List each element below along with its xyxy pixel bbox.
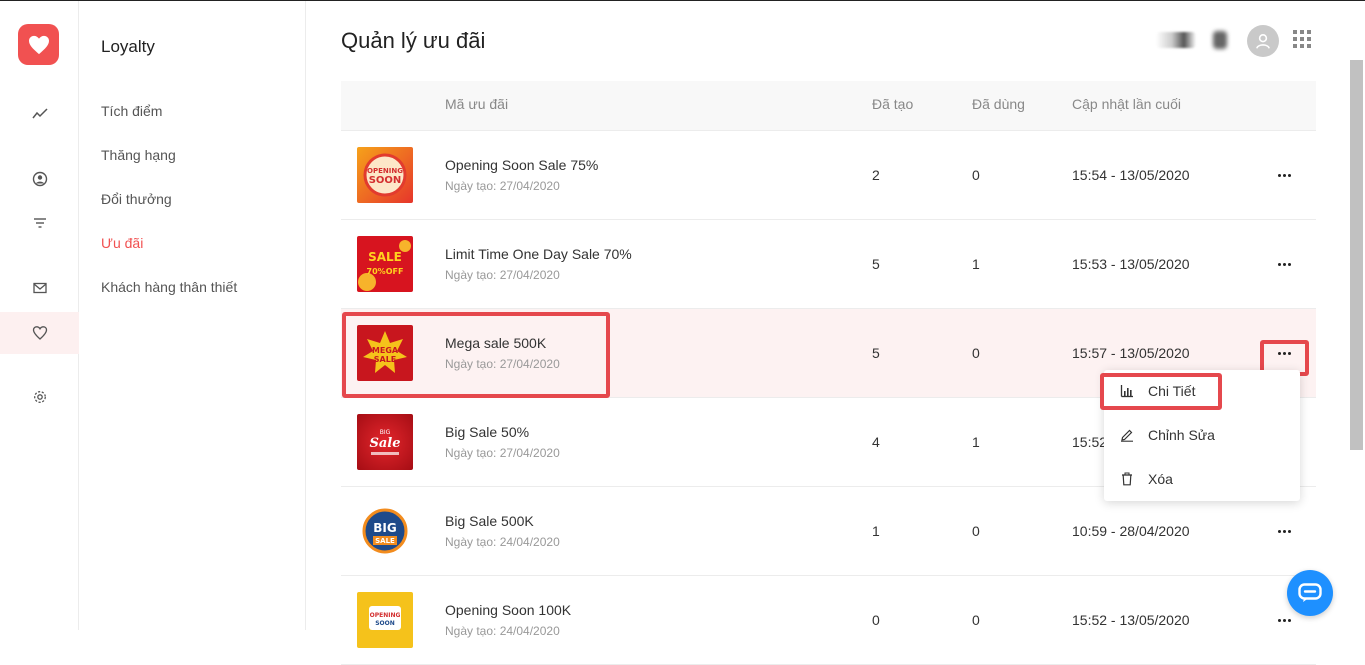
big-sale-50-image: BIG Sale [369,429,401,455]
sidebar-item-loyal-customers[interactable]: Khách hàng thân thiết [101,279,237,295]
blurred-header-item [1156,32,1196,48]
offer-name[interactable]: Opening Soon Sale 75% [445,157,598,173]
last-updated: 15:57 - 13/05/2020 [1072,345,1190,361]
used-count: 0 [972,167,980,183]
sale-70-image: SALE 70%OFF [358,240,411,291]
rail-filter[interactable] [0,202,79,244]
table-row[interactable]: SALE 70%OFF Limit Time One Day Sale 70% … [341,220,1316,309]
thumb-text: OPENING [370,612,401,619]
table-row[interactable]: OPENING SOON Opening Soon 100K Ngày tạo:… [341,576,1316,665]
thumb-text: SOON [375,620,395,627]
rail-settings[interactable] [0,376,79,418]
offer-name[interactable]: Limit Time One Day Sale 70% [445,246,632,262]
heart-logo-icon [28,35,49,54]
trash-icon [1122,472,1132,486]
header-code: Mã ưu đãi [445,96,509,112]
apps-grid-icon[interactable] [1293,30,1311,48]
sidebar-item-rewards[interactable]: Đổi thưởng [101,191,172,207]
used-count: 0 [972,345,980,361]
more-options-icon[interactable] [1272,256,1296,272]
offer-name[interactable]: Big Sale 50% [445,424,529,440]
thumb-text: BIG [380,429,391,436]
offer-thumbnail: OPENING SOON [357,592,413,648]
rail-customers[interactable] [0,158,79,200]
table-header: Mã ưu đãi Đã tạo Đã dùng Cập nhật lần cu… [341,81,1316,131]
used-count: 0 [972,612,980,628]
rail-analytics[interactable] [0,93,79,135]
thumb-text: 70%OFF [367,267,404,276]
highlight-box-offer [342,312,610,398]
offer-thumbnail: SALE 70%OFF [357,236,413,292]
offer-created-date: Ngày tạo: 24/04/2020 [445,535,560,549]
thumb-text: SALE [375,537,395,545]
highlight-box-detail [1100,373,1222,410]
avatar[interactable] [1247,25,1279,57]
more-options-icon[interactable] [1272,167,1296,183]
thumb-text: SOON [369,175,402,186]
menu-item-label: Xóa [1148,471,1173,487]
created-count: 5 [872,256,880,272]
heart-outline-icon [32,326,47,340]
scrollbar[interactable] [1350,60,1363,450]
created-count: 0 [872,612,880,628]
thumb-text: BIG [373,521,396,535]
last-updated: 10:59 - 28/04/2020 [1072,523,1190,539]
menu-item-delete[interactable]: Xóa [1104,459,1300,499]
filter-lines-icon [33,218,46,228]
offer-thumbnail: BIG Sale [357,414,413,470]
header-updated: Cập nhật lần cuối [1072,96,1181,112]
offer-created-date: Ngày tạo: 27/04/2020 [445,268,560,282]
module-title: Loyalty [101,37,155,56]
loyalty-sidebar: Loyalty Tích điểm Thăng hạng Đổi thưởng … [79,1,306,630]
sidebar-item-points[interactable]: Tích điểm [101,103,162,119]
page-title: Quản lý ưu đãi [341,28,486,53]
table-row[interactable]: OPENING SOON Opening Soon Sale 75% Ngày … [341,131,1316,220]
opening-soon-image: OPENING SOON [363,153,407,197]
used-count: 1 [972,256,980,272]
used-count: 1 [972,434,980,450]
mail-icon [32,282,47,294]
chat-button[interactable] [1287,570,1333,616]
offer-name[interactable]: Big Sale 500K [445,513,534,529]
offer-created-date: Ngày tạo: 27/04/2020 [445,446,560,460]
header-created: Đã tạo [872,96,914,112]
created-count: 5 [872,345,880,361]
menu-item-edit[interactable]: Chỉnh Sửa [1104,415,1300,455]
created-count: 1 [872,523,880,539]
offer-name[interactable]: Opening Soon 100K [445,602,571,618]
rail-mail[interactable] [0,267,79,309]
user-circle-icon [32,171,47,187]
app-logo[interactable] [18,24,59,65]
created-count: 4 [872,434,880,450]
thumb-text: Sale [369,436,400,451]
big-sale-badge-image: BIG SALE [362,508,408,554]
thumb-text: SALE [368,250,402,264]
menu-item-label: Chỉnh Sửa [1148,427,1215,443]
rail-loyalty[interactable] [0,312,79,354]
used-count: 0 [972,523,980,539]
blurred-header-icon [1213,31,1227,49]
last-updated: 15:54 - 13/05/2020 [1072,167,1190,183]
header-used: Đã dùng [972,96,1025,112]
more-options-icon[interactable] [1272,612,1296,628]
offer-thumbnail: BIG SALE [357,503,413,559]
created-count: 2 [872,167,880,183]
user-icon [1256,34,1270,49]
icon-rail [0,1,79,630]
more-options-icon[interactable] [1272,523,1296,539]
trend-icon [31,108,48,119]
thumb-text: OPENING [367,167,403,175]
sidebar-item-tiers[interactable]: Thăng hạng [101,147,176,163]
offer-created-date: Ngày tạo: 27/04/2020 [445,179,560,193]
opening-soon-100k-image: OPENING SOON [369,606,401,630]
pencil-icon [1121,429,1133,442]
gear-icon [33,391,46,403]
last-updated: 15:52 [1072,434,1108,450]
chat-icon [1298,583,1322,602]
last-updated: 15:53 - 13/05/2020 [1072,256,1190,272]
sidebar-item-offers[interactable]: Ưu đãi [101,235,143,251]
offer-created-date: Ngày tạo: 24/04/2020 [445,624,560,638]
last-updated: 15:52 - 13/05/2020 [1072,612,1190,628]
offer-thumbnail: OPENING SOON [357,147,413,203]
